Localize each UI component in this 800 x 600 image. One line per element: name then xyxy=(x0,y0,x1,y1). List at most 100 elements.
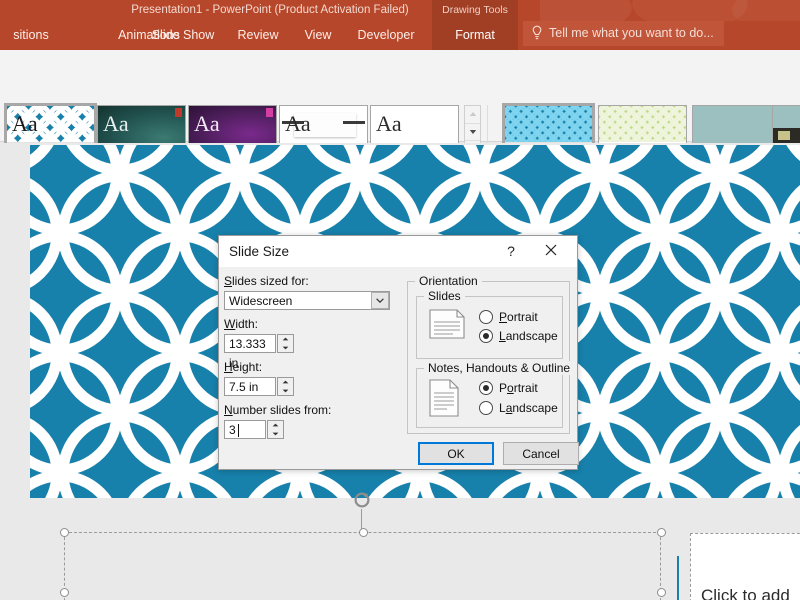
slides-portrait-label-rest: ortrait xyxy=(507,310,538,324)
width-stepper-up[interactable] xyxy=(278,335,293,343)
height-input[interactable]: 7.5 in xyxy=(224,377,276,396)
number-slides-from-stepper[interactable] xyxy=(267,420,284,439)
chevron-down-icon[interactable] xyxy=(371,292,389,309)
width-stepper[interactable] xyxy=(277,334,294,353)
slide-size-dialog[interactable]: Slide Size ? Slides sized for: Widescree… xyxy=(218,235,578,470)
height-label-rest: eight: xyxy=(233,360,262,374)
orientation-group: Orientation Slides Portrait xyxy=(407,281,570,434)
window-title-bar: Presentation1 - PowerPoint (Product Acti… xyxy=(0,0,800,21)
width-value: 13.333 in xyxy=(229,335,275,354)
notes-portrait-radio[interactable] xyxy=(479,381,493,395)
dialog-body: Slides sized for: Widescreen Width: 13.3… xyxy=(219,267,577,471)
height-label: Height: xyxy=(224,360,262,374)
height-stepper-up[interactable] xyxy=(278,378,293,386)
theme-font-sample: Aa xyxy=(285,107,311,141)
theme-thumbnail-preview: Aa xyxy=(189,106,276,143)
slides-landscape-radio[interactable] xyxy=(479,329,493,343)
variant-thumbnail-preview xyxy=(599,106,686,143)
number-stepper-down[interactable] xyxy=(268,430,283,438)
orientation-group-title: Orientation xyxy=(415,274,482,288)
slides-sized-for-value: Widescreen xyxy=(229,292,292,311)
dialog-title-bar: Slide Size ? xyxy=(219,236,577,267)
height-value: 7.5 in xyxy=(229,378,258,397)
window-title: Presentation1 - PowerPoint (Product Acti… xyxy=(0,0,800,21)
theme-font-sample: Aa xyxy=(194,107,220,141)
theme-thumbnail-preview: Aa xyxy=(280,106,367,143)
width-label-rest: idth: xyxy=(235,317,258,331)
cancel-button[interactable]: Cancel xyxy=(503,442,579,465)
notes-orientation-group: Notes, Handouts & Outline Portrait xyxy=(416,368,563,428)
tell-me-search-box[interactable]: Tell me what you want to do... xyxy=(523,21,724,46)
text-caret xyxy=(238,424,239,437)
themes-scroll-down-button[interactable] xyxy=(465,123,480,139)
notes-landscape-label-rest: ndscape xyxy=(512,401,557,415)
notes-portrait-label-pre: P xyxy=(499,381,507,395)
selected-text-placeholder[interactable] xyxy=(64,532,661,600)
slides-orientation-group: Slides Portrait Landscape xyxy=(416,296,563,359)
theme-thumbnail-preview: Aa xyxy=(98,106,185,143)
variant-thumbnail-preview xyxy=(693,106,780,143)
number-slides-from-input[interactable]: 3 xyxy=(224,420,266,439)
triangle-up-icon xyxy=(469,111,477,117)
resize-handle-middle-left[interactable] xyxy=(60,588,69,597)
slides-landscape-label-rest: andscape xyxy=(506,329,558,343)
close-icon[interactable] xyxy=(531,236,571,267)
number-slides-from-value: 3 xyxy=(229,421,236,440)
triangle-down-icon xyxy=(469,129,477,135)
slides-portrait-label: Portrait xyxy=(499,310,538,324)
tell-me-label: Tell me what you want to do... xyxy=(549,26,714,40)
question-mark-icon[interactable]: ? xyxy=(497,236,525,267)
theme-accent-marker xyxy=(175,108,182,117)
theme-font-sample: Aa xyxy=(376,107,402,141)
slides-sized-for-combo[interactable]: Widescreen xyxy=(224,291,390,310)
dialog-title: Slide Size xyxy=(229,236,289,267)
content-placeholder[interactable]: Click to add xyxy=(690,533,800,600)
notes-portrait-label-rest: rtrait xyxy=(514,381,538,395)
ok-button[interactable]: OK xyxy=(418,442,494,465)
ribbon-tab-review[interactable]: Review xyxy=(230,21,286,50)
theme-thumbnail-preview: Aa xyxy=(371,106,458,143)
notes-orientation-title: Notes, Handouts & Outline xyxy=(424,361,574,375)
resize-handle-top-center[interactable] xyxy=(359,528,368,537)
width-input[interactable]: 13.333 in xyxy=(224,334,276,353)
resize-handle-top-left[interactable] xyxy=(60,528,69,537)
ribbon-tab-slide-show[interactable]: Slide Show xyxy=(142,21,224,50)
resize-handle-middle-right[interactable] xyxy=(657,588,666,597)
number-slides-from-label: Number slides from: xyxy=(224,403,331,417)
variant-thumbnail-preview xyxy=(505,106,592,143)
landscape-page-icon xyxy=(429,309,465,339)
portrait-page-icon xyxy=(429,379,459,417)
theme-font-sample: Aa xyxy=(12,107,38,141)
notes-landscape-radio[interactable] xyxy=(479,401,493,415)
ribbon-tab-format[interactable]: Format xyxy=(432,21,518,50)
ribbon-tab-sitions[interactable]: sitions xyxy=(0,21,62,50)
number-slides-from-label-rest: umber slides from: xyxy=(233,403,332,417)
height-stepper-down[interactable] xyxy=(278,387,293,395)
text-cursor xyxy=(677,556,679,600)
slides-sized-for-label-rest: lides sized for: xyxy=(232,274,309,288)
themes-scroll-up-button[interactable] xyxy=(465,106,480,122)
notes-portrait-label: Portrait xyxy=(499,381,538,395)
ribbon: ThemesVariants AaAaAa AaAa xyxy=(0,50,800,142)
width-label: Width: xyxy=(224,317,258,331)
resize-handle-top-right[interactable] xyxy=(657,528,666,537)
theme-font-sample: Aa xyxy=(103,107,129,141)
notes-landscape-label: Landscape xyxy=(499,401,558,415)
theme-thumbnail-preview: Aa xyxy=(7,106,94,143)
contextual-tab-group-label: Drawing Tools xyxy=(432,0,518,21)
notes-landscape-label-pre: L xyxy=(499,401,506,415)
content-placeholder-prompt: Click to add xyxy=(701,586,790,600)
theme-accent-marker xyxy=(266,108,273,117)
slides-orientation-title: Slides xyxy=(424,289,465,303)
slides-sized-for-label: Slides sized for: xyxy=(224,274,309,288)
variant-thumbnail-preview xyxy=(773,106,800,143)
slides-landscape-label: Landscape xyxy=(499,329,558,343)
height-stepper[interactable] xyxy=(277,377,294,396)
ribbon-tab-view[interactable]: View xyxy=(296,21,340,50)
ribbon-tab-developer[interactable]: Developer xyxy=(348,21,424,50)
slides-portrait-radio[interactable] xyxy=(479,310,493,324)
number-stepper-up[interactable] xyxy=(268,421,283,429)
lightbulb-icon xyxy=(531,25,543,41)
width-stepper-down[interactable] xyxy=(278,344,293,352)
rotate-handle-icon[interactable] xyxy=(353,491,371,509)
